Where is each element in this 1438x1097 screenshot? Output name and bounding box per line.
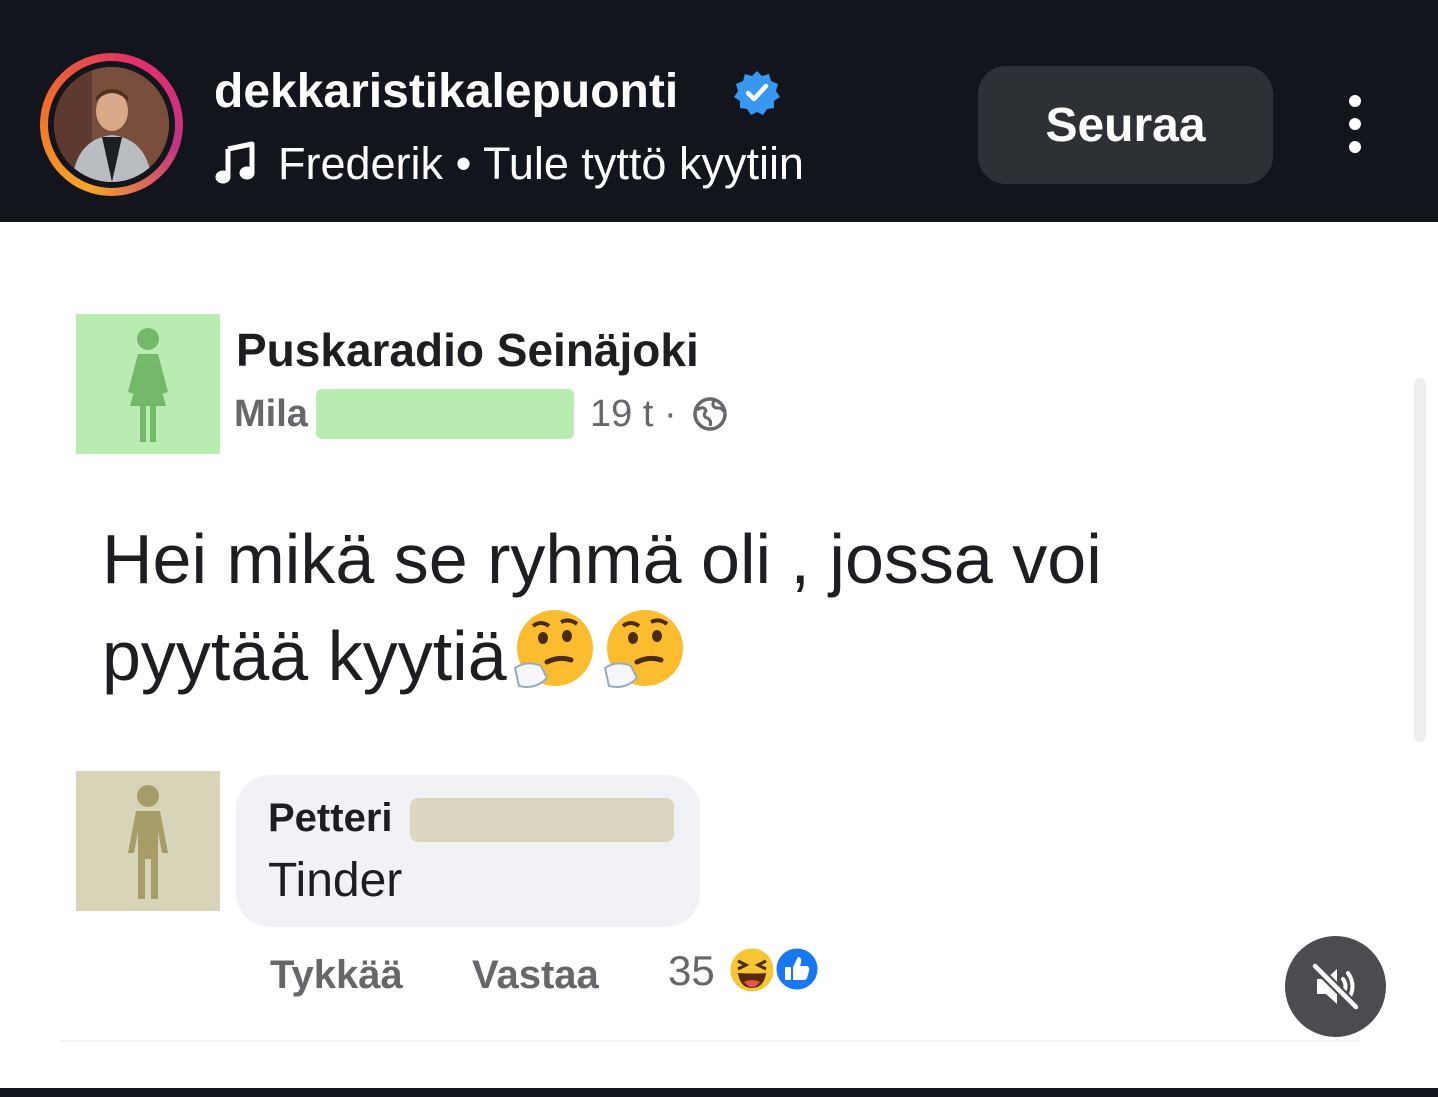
music-note-icon	[215, 141, 255, 184]
thinking-face-emoji	[513, 610, 593, 688]
globe-icon	[693, 397, 727, 431]
avatar-ring-gap	[48, 61, 175, 188]
profile-photo	[54, 67, 169, 182]
post-time: 19 t ·	[590, 393, 677, 435]
scrollbar[interactable]	[1414, 378, 1426, 742]
thinking-face-emoji	[603, 610, 683, 688]
reel-header: dekkaristikalepuonti Frederik • Tule tyt…	[0, 0, 1438, 222]
reaction-count[interactable]: 35	[668, 946, 715, 996]
song-separator: •	[455, 138, 472, 189]
more-vertical-icon[interactable]	[1340, 95, 1370, 157]
profile-avatar[interactable]	[40, 53, 183, 196]
haha-reaction-icon	[727, 945, 777, 995]
divider	[60, 1040, 1360, 1042]
song-artist: Frederik	[278, 138, 444, 189]
redacted-surname	[410, 798, 674, 842]
username[interactable]: dekkaristikalepuonti	[214, 64, 678, 120]
group-avatar-female-icon	[76, 314, 220, 454]
speaker-muted-icon	[1310, 961, 1361, 1012]
like-action[interactable]: Tykkää	[270, 950, 403, 1000]
verified-badge-icon	[734, 71, 780, 115]
song-title: Tule tyttö kyytiin	[483, 138, 804, 189]
post-text: Hei mikä se ryhmä oli , jossa voi pyytää…	[102, 512, 1222, 703]
like-reaction-icon	[773, 945, 821, 993]
group-name[interactable]: Puskaradio Seinäjoki	[236, 322, 699, 378]
post-author-name[interactable]: Mila	[234, 390, 308, 438]
song-info[interactable]: Frederik • Tule tyttö kyytiin	[278, 138, 804, 190]
bottom-edge	[0, 1088, 1438, 1097]
comment-text: Tinder	[268, 854, 403, 907]
follow-button[interactable]: Seuraa	[978, 66, 1273, 184]
reply-action[interactable]: Vastaa	[472, 950, 599, 1000]
redacted-surname	[316, 389, 574, 439]
commenter-name[interactable]: Petteri	[268, 794, 393, 842]
mute-toggle-button[interactable]	[1285, 936, 1386, 1037]
commenter-avatar-male-icon	[76, 771, 220, 911]
